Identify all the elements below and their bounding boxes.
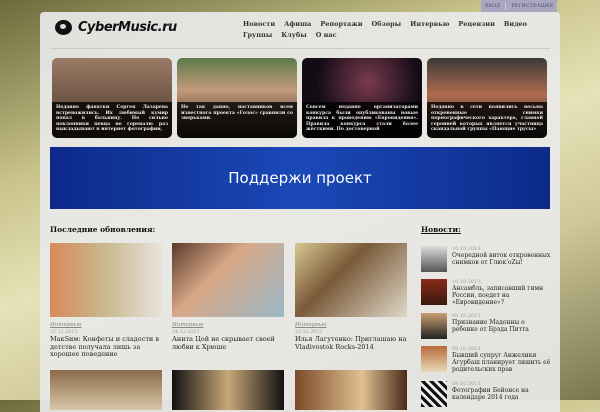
separator [505, 2, 507, 10]
card-image[interactable] [50, 370, 162, 410]
slide-caption: Совсем недавно организаторами конкурса б… [302, 102, 422, 138]
logo-text: CyberMusic.ru [78, 20, 177, 35]
latest-card[interactable]: Интервью 23.12.2013 Илья Лагутенко: Приг… [295, 243, 407, 351]
card-category[interactable]: Интервью [50, 322, 162, 328]
latest-heading: Последние обновления: [50, 225, 156, 234]
news-title[interactable]: Признание Мадонны о ребенке от Брэда Пит… [452, 319, 551, 333]
news-title[interactable]: Очередной виток откровенных снимков от Г… [452, 252, 551, 266]
latest-card[interactable]: Интервью 25.12.2013 МакSим: Конфеты и сл… [50, 243, 162, 359]
news-thumb [421, 313, 447, 339]
news-thumb [421, 381, 447, 407]
card-title[interactable]: Илья Лагутенко: Приглашаю на Vladivostok… [295, 335, 407, 351]
latest-card[interactable]: Интервью 24.12.2013 Анита Цой не скрывае… [172, 243, 284, 351]
slider-item[interactable]: Недавно фанатки Сергея Лазарева встревож… [52, 58, 172, 138]
card-image[interactable] [295, 370, 407, 410]
main-panel: CyberMusic.ru Новости Афиша Репортажи Об… [40, 12, 560, 412]
news-heading: Новости: [421, 225, 461, 234]
slider-item[interactable]: Совсем недавно организаторами конкурса б… [302, 58, 422, 138]
main-nav: Новости Афиша Репортажи Обзоры Интервью … [243, 20, 543, 39]
news-item[interactable]: 10.10.2013 Очередной виток откровенных сн… [421, 246, 551, 272]
nav-about[interactable]: О нас [316, 31, 337, 39]
news-thumb [421, 246, 447, 272]
card-image[interactable] [50, 243, 162, 317]
news-title[interactable]: Ансамбль, записавший гимн России, поедет… [452, 285, 551, 306]
auth-bar: ВХОД РЕГИСТРАЦИЯ [480, 0, 557, 12]
nav-critiques[interactable]: Рецензии [458, 20, 495, 28]
card-category[interactable]: Интервью [295, 322, 407, 328]
nav-reviews[interactable]: Обзоры [372, 20, 402, 28]
slide-caption: Не так давно, наставников всем известног… [177, 102, 297, 138]
nav-video[interactable]: Видео [504, 20, 527, 28]
card-title[interactable]: МакSим: Конфеты и сладости в детстве пол… [50, 335, 162, 359]
news-title[interactable]: Фотографии Бейонсе на календаре 2014 год… [452, 387, 551, 401]
slide-caption: Недавно в сети появились весьма откровен… [427, 102, 547, 138]
card-category[interactable]: Интервью [172, 322, 284, 328]
news-item[interactable]: 08.10.2013 Фотографии Бейонсе на календар… [421, 381, 551, 407]
vinyl-disc-icon [55, 20, 72, 35]
news-item[interactable]: 10.10.2013 Ансамбль, записавший гимн Росс… [421, 279, 551, 306]
nav-interviews[interactable]: Интервью [410, 20, 449, 28]
nav-afisha[interactable]: Афиша [284, 20, 311, 28]
card-title[interactable]: Анита Цой не скрывает своей любви к Хрюш… [172, 335, 284, 351]
nav-groups[interactable]: Группы [243, 31, 272, 39]
nav-reports[interactable]: Репортажи [320, 20, 362, 28]
slider-item[interactable]: Не так давно, наставников всем известног… [177, 58, 297, 138]
news-item[interactable]: 09.10.2013 Бывший супруг Анжелики Агурбаш… [421, 346, 551, 373]
slider-item[interactable]: Недавно в сети появились весьма откровен… [427, 58, 547, 138]
news-thumb [421, 279, 447, 305]
slide-caption: Недавно фанатки Сергея Лазарева встревож… [52, 102, 172, 138]
banner-text: Поддержи проект [228, 169, 372, 187]
nav-news[interactable]: Новости [243, 20, 275, 28]
news-thumb [421, 346, 447, 372]
login-link[interactable]: ВХОД [485, 3, 500, 9]
news-title[interactable]: Бывший супруг Анжелики Агурбаш планирует… [452, 352, 551, 373]
card-image[interactable] [172, 243, 284, 317]
news-item[interactable]: 09.10.2013 Признание Мадонны о ребенке от… [421, 313, 551, 339]
card-image[interactable] [172, 370, 284, 410]
register-link[interactable]: РЕГИСТРАЦИЯ [511, 3, 553, 9]
logo[interactable]: CyberMusic.ru [55, 20, 177, 35]
card-image[interactable] [295, 243, 407, 317]
header-divider [50, 48, 550, 49]
nav-clubs[interactable]: Клубы [281, 31, 307, 39]
support-banner[interactable]: Поддержи проект [50, 147, 550, 209]
